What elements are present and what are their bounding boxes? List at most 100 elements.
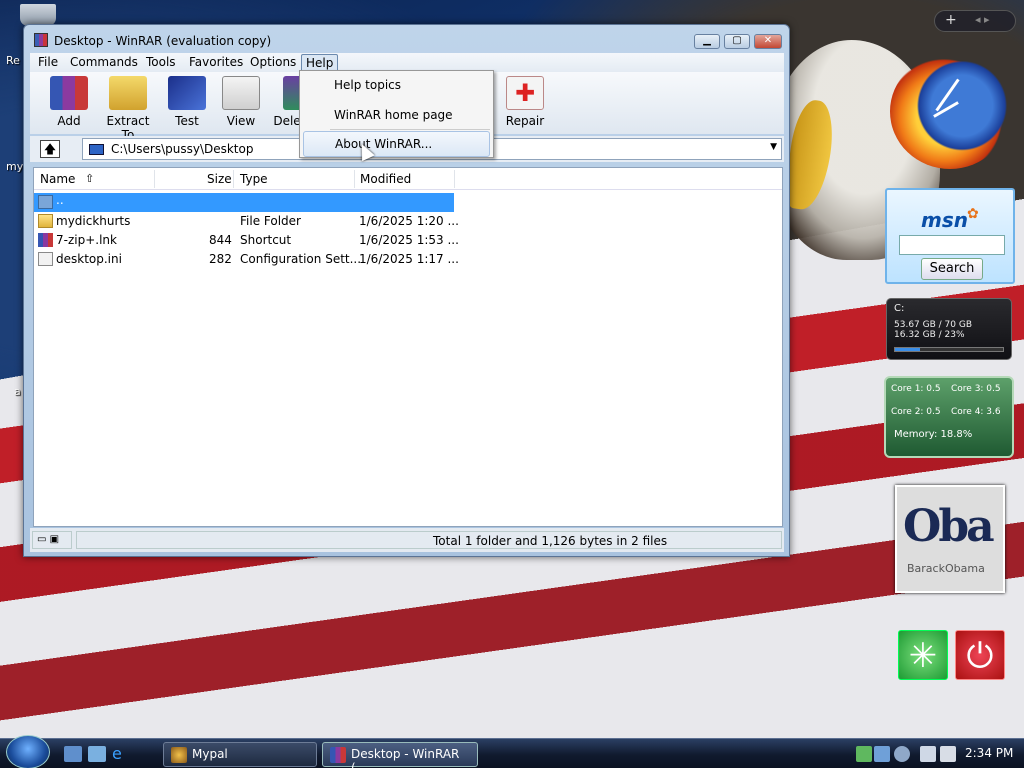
menu-item-winrar-home-page[interactable]: WinRAR home page [303, 103, 490, 129]
core3-readout: Core 3: 0.5 [951, 384, 1001, 394]
obama-logo-text: Oba [903, 501, 995, 552]
row-name: 7-zip+.lnk [56, 233, 117, 247]
extract-to-button[interactable]: Extract To [100, 76, 156, 142]
taskbar-item-label: Mypal [192, 747, 228, 761]
menu-tools[interactable]: Tools [142, 54, 180, 70]
table-row[interactable]: desktop.ini 282 Configuration Sett... 1/… [34, 250, 459, 269]
show-desktop-icon[interactable] [64, 746, 82, 762]
table-row[interactable]: 7-zip+.lnk 844 Shortcut 1/6/2025 1:53 ..… [34, 231, 459, 250]
folder-icon [38, 214, 53, 228]
help-menu-dropdown: Help topics WinRAR home page About WinRA… [299, 70, 494, 158]
add-button[interactable]: Add [41, 76, 97, 128]
up-one-level-button[interactable]: 🡅 [40, 140, 60, 158]
table-row[interactable]: .. [34, 193, 454, 212]
delete-label: Dele [273, 114, 301, 128]
internet-explorer-icon[interactable]: e [112, 746, 130, 762]
maximize-button[interactable]: ▢ [724, 34, 750, 49]
repair-button[interactable]: ✚ Repair [497, 76, 553, 128]
menu-item-about-winrar[interactable]: About WinRAR... [303, 131, 490, 157]
column-modified[interactable]: Modified [360, 172, 411, 186]
core1-readout: Core 1: 0.5 [891, 384, 941, 394]
row-name: mydickhurts [56, 214, 131, 228]
winrar-taskbar-icon [330, 747, 346, 763]
drive-status-icon[interactable]: ▭ ▣ [32, 531, 72, 549]
row-size: 844 [209, 233, 232, 247]
desktop-folder-icon [89, 144, 104, 155]
sort-arrow-icon: ⇧ [85, 172, 95, 185]
taskbar: e Mypal Desktop - WinRAR (... 2:34 PM [0, 735, 1024, 768]
close-button[interactable]: ✕ [754, 34, 782, 49]
row-name: .. [56, 193, 64, 207]
menu-options[interactable]: Options [246, 54, 300, 70]
tray-volume-icon[interactable] [940, 746, 956, 762]
first-aid-kit-icon: ✚ [506, 76, 544, 110]
menu-separator [330, 129, 490, 130]
gadget-nav-icon[interactable]: ◂ ▸ [975, 13, 990, 26]
drive-usage-fill [895, 348, 920, 351]
firefox-clock-gadget[interactable] [890, 54, 1010, 169]
file-list[interactable]: Name ⇧ Size Type Modified .. mydickhurts… [33, 167, 783, 527]
mypal-icon [171, 747, 187, 763]
status-bar: ▭ ▣ Total 1 folder and 1,126 bytes in 2 … [30, 528, 784, 552]
clock[interactable]: 2:34 PM [965, 746, 1013, 760]
row-modified: 1/6/2025 1:53 ... [359, 233, 459, 247]
drive-letter: C: [894, 303, 905, 314]
view-button[interactable]: View [213, 76, 269, 128]
drive-meter-gadget: C: 53.67 GB / 70 GB 16.32 GB / 23% [886, 298, 1012, 360]
test-button[interactable]: Test [159, 76, 215, 128]
tray-network-icon[interactable] [874, 746, 890, 762]
drive-usage-bar [894, 347, 1004, 352]
minimize-button[interactable]: ▁ [694, 34, 720, 49]
tray-security-icon[interactable] [856, 746, 872, 762]
gadget-bar[interactable]: + ◂ ▸ [934, 10, 1016, 32]
cpu-meter-gadget: Core 1: 0.5 Core 3: 0.5 Core 2: 0.5 Core… [884, 376, 1014, 458]
column-name[interactable]: Name [40, 172, 75, 186]
row-modified: 1/6/2025 1:17 ... [359, 252, 459, 266]
add-gadget-icon[interactable]: + [945, 12, 957, 28]
row-type: File Folder [240, 214, 301, 228]
column-size[interactable]: Size [207, 172, 232, 186]
menu-commands[interactable]: Commands [66, 54, 142, 70]
system-tray: 2:34 PM [852, 739, 1024, 768]
obama-gadget[interactable]: Oba BarackObama [895, 485, 1005, 593]
path-text: C:\Users\pussy\Desktop [111, 142, 254, 156]
switch-windows-icon[interactable] [88, 746, 106, 762]
test-label: Test [175, 114, 199, 128]
taskbar-item-winrar[interactable]: Desktop - WinRAR (... [322, 742, 478, 768]
obama-name: BarackObama [907, 562, 985, 575]
tray-app-icon[interactable] [894, 746, 910, 762]
column-header-row: Name ⇧ Size Type Modified [34, 168, 782, 190]
row-type: Shortcut [240, 233, 292, 247]
taskbar-item-label: Desktop - WinRAR (... [351, 747, 460, 768]
test-icon [168, 76, 206, 110]
menu-item-help-topics[interactable]: Help topics [303, 73, 490, 99]
column-type[interactable]: Type [240, 172, 268, 186]
msn-search-input[interactable] [899, 235, 1005, 255]
menu-file[interactable]: File [34, 54, 62, 70]
column-separator [454, 170, 455, 188]
recycle-bin-icon[interactable] [20, 4, 56, 26]
core4-readout: Core 4: 3.6 [951, 407, 1001, 417]
menu-favorites[interactable]: Favorites [185, 54, 247, 70]
status-text-panel: Total 1 folder and 1,126 bytes in 2 file… [76, 531, 782, 549]
glasses-icon [222, 76, 260, 110]
drive-used: 16.32 GB / 23% [894, 330, 965, 340]
add-archive-icon [50, 76, 88, 110]
power-gadget-icon[interactable]: ⏻ [955, 630, 1005, 680]
title-bar[interactable]: Desktop - WinRAR (evaluation copy) ▁ ▢ ✕ [24, 25, 789, 53]
row-modified: 1/6/2025 1:20 ... [359, 214, 459, 228]
table-row[interactable]: mydickhurts File Folder 1/6/2025 1:20 ..… [34, 212, 459, 231]
add-label: Add [57, 114, 81, 128]
taskbar-item-mypal[interactable]: Mypal [163, 742, 317, 767]
column-separator [354, 170, 355, 188]
archive-shortcut-icon [38, 233, 53, 247]
chevron-down-icon[interactable]: ▼ [770, 142, 777, 152]
repair-label: Repair [505, 114, 545, 128]
tray-monitor-icon[interactable] [920, 746, 936, 762]
msn-search-button[interactable]: Search [921, 258, 983, 280]
column-separator [233, 170, 234, 188]
memory-readout: Memory: 18.8% [894, 429, 973, 440]
launch-gadget-icon[interactable]: ✳ [898, 630, 948, 680]
start-button[interactable] [6, 735, 50, 768]
msn-logo: msn [921, 208, 968, 232]
